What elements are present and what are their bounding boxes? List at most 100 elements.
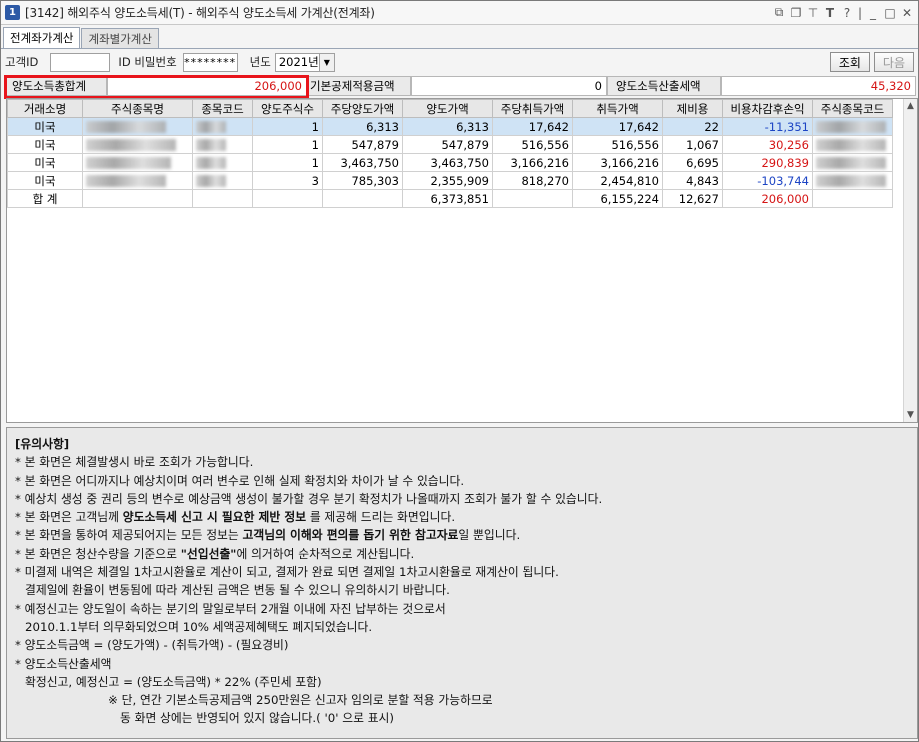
col-pnl[interactable]: 비용차감후손익 <box>722 99 813 118</box>
year-value: 2021년 <box>278 55 319 69</box>
chevron-down-icon[interactable]: ▼ <box>904 408 917 422</box>
query-button[interactable]: 조회 <box>829 52 870 72</box>
cell-unit-sell: 3,463,750 <box>322 153 403 172</box>
chevron-up-icon[interactable]: ▲ <box>904 99 917 113</box>
col-fee[interactable]: 제비용 <box>662 99 723 118</box>
cell-unit-sell: 6,313 <box>322 117 403 136</box>
col-unit-sell[interactable]: 주당양도가액 <box>322 99 403 118</box>
cell-fee: 22 <box>662 117 723 136</box>
col-qty[interactable]: 양도주식수 <box>252 99 323 118</box>
basic-deduction-label: 기본공제적용금액 <box>307 76 411 96</box>
table-row[interactable]: 미국 1 3,463,750 3,463,750 3,166,216 3,166… <box>7 153 893 172</box>
cell-stock-name-redacted <box>82 135 193 154</box>
total-label: 합 계 <box>7 189 83 208</box>
table-row[interactable]: 미국 1 547,879 547,879 516,556 516,556 1,0… <box>7 135 893 154</box>
col-buy[interactable]: 취득가액 <box>572 99 663 118</box>
notice-text: 를 제공해 드리는 화면입니다. <box>306 510 456 525</box>
cell-sell: 3,463,750 <box>402 153 493 172</box>
year-select[interactable]: 2021년 ▼ <box>274 52 335 72</box>
total-pnl: 206,000 <box>722 189 813 208</box>
cell-unit-buy: 818,270 <box>492 171 573 190</box>
gain-table-body: 거래소명 주식종목명 종목코드 양도주식수 주당양도가액 양도가액 주당취득가액… <box>7 99 893 208</box>
window-title: [3142] 해외주식 양도소득세(T) - 해외주식 양도소득세 가계산(전계… <box>25 6 375 20</box>
link-icon[interactable]: ⧉ <box>772 5 786 20</box>
cell-market: 미국 <box>7 117 83 136</box>
cell-market: 미국 <box>7 153 83 172</box>
notice-line: * 본 화면은 체결발생시 바로 조회가 가능합니다. <box>15 455 254 470</box>
vertical-scrollbar[interactable]: ▲ ▼ <box>903 99 917 422</box>
cell-qty: 1 <box>252 135 323 154</box>
basic-deduction-value: 0 <box>411 76 607 96</box>
tax-value: 45,320 <box>721 76 916 96</box>
tab-bar: 전계좌가계산 계좌별가계산 <box>1 27 918 49</box>
id-password-label: ID 비밀번호 <box>118 55 177 69</box>
cell-pnl: 290,839 <box>722 153 813 172</box>
notice-text: * 본 화면은 청산수량을 기준으로 <box>15 546 181 561</box>
window: 1 [3142] 해외주식 양도소득세(T) - 해외주식 양도소득세 가계산(… <box>0 0 919 742</box>
minimize-icon[interactable]: _ <box>866 6 880 20</box>
pin-icon[interactable]: ⊤ <box>806 6 820 20</box>
table-header-row: 거래소명 주식종목명 종목코드 양도주식수 주당양도가액 양도가액 주당취득가액… <box>7 99 893 118</box>
cell-unit-sell: 785,303 <box>322 171 403 190</box>
cell-stock-code-redacted <box>812 153 893 172</box>
total-gain-value: 206,000 <box>107 76 307 96</box>
col-code[interactable]: 종목코드 <box>192 99 253 118</box>
cell-market: 미국 <box>7 135 83 154</box>
cell-sell: 2,355,909 <box>402 171 493 190</box>
cell-code-redacted <box>192 135 253 154</box>
tab-all-accounts[interactable]: 전계좌가계산 <box>3 27 81 48</box>
col-stock-code[interactable]: 주식종목코드 <box>812 99 893 118</box>
cell-pnl: -103,744 <box>722 171 813 190</box>
total-row: 합 계 6,373,851 6,155,224 12,627 206,000 <box>7 189 893 208</box>
cell-fee: 1,067 <box>662 135 723 154</box>
cell-buy: 17,642 <box>572 117 663 136</box>
col-market[interactable]: 거래소명 <box>7 99 83 118</box>
col-unit-buy[interactable]: 주당취득가액 <box>492 99 573 118</box>
notice-line: ※ 단, 연간 기본소득공제금액 250만원은 신고자 임의로 분할 적용 가능… <box>108 693 493 708</box>
table-row[interactable]: 미국 1 6,313 6,313 17,642 17,642 22 -11,35… <box>7 117 893 136</box>
notice-bold: "선입선출" <box>180 546 237 561</box>
notice-text: 에 의거하여 순차적으로 계산됩니다. <box>236 546 415 561</box>
notice-line: * 예정신고는 양도일이 속하는 분기의 말일로부터 2개월 이내에 자진 납부… <box>15 601 446 616</box>
id-password-input[interactable]: ******** <box>182 52 238 72</box>
title-bar: 1 [3142] 해외주식 양도소득세(T) - 해외주식 양도소득세 가계산(… <box>1 1 918 25</box>
col-stock-name[interactable]: 주식종목명 <box>82 99 193 118</box>
notice-panel: [유의사항] * 본 화면은 체결발생시 바로 조회가 가능합니다. * 본 화… <box>6 427 918 739</box>
cell-unit-sell: 547,879 <box>322 135 403 154</box>
notice-line: * 본 화면은 어디까지나 예상치이며 여러 변수로 인해 실제 확정치와 차이… <box>15 473 465 488</box>
table-row[interactable]: 미국 3 785,303 2,355,909 818,270 2,454,810… <box>7 171 893 190</box>
cell-sell: 547,879 <box>402 135 493 154</box>
next-button[interactable]: 다음 <box>873 52 914 72</box>
notice-text: * 본 화면을 통하여 제공되어지는 모든 정보는 <box>15 528 243 543</box>
cell-sell: 6,313 <box>402 117 493 136</box>
cell-code-redacted <box>192 117 253 136</box>
copy-icon[interactable]: ❐ <box>789 6 803 20</box>
cell-stock-name-redacted <box>82 171 193 190</box>
notice-text: 일 뿐입니다. <box>458 528 521 543</box>
window-number-icon: 1 <box>5 5 20 20</box>
empty-cell <box>252 189 323 208</box>
cell-stock-code-redacted <box>812 135 893 154</box>
customer-id-input[interactable] <box>50 52 111 72</box>
chevron-down-icon[interactable]: ▼ <box>318 53 334 71</box>
cell-code-redacted <box>192 171 253 190</box>
cell-market: 미국 <box>7 171 83 190</box>
notice-line: 2010.1.1부터 의무화되었으며 10% 세액공제혜택도 폐지되었습니다. <box>25 619 373 634</box>
empty-cell <box>492 189 573 208</box>
total-gain-label: 양도소득총합계 <box>5 76 107 96</box>
title-toolbar: ⧉ ❐ ⊤ T ? | _ □ ✕ <box>772 5 914 20</box>
help-icon[interactable]: ? <box>840 6 854 20</box>
notice-line: * 미결제 내역은 체결일 1차고시환율로 계산이 되고, 결제가 완료 되면 … <box>15 565 559 580</box>
maximize-icon[interactable]: □ <box>883 6 897 20</box>
summary-bar: 양도소득총합계 206,000 기본공제적용금액 0 양도소득산출세액 45,3… <box>5 76 916 96</box>
notice-line: * 본 화면을 통하여 제공되어지는 모든 정보는 고객님의 이해와 편의를 돕… <box>15 526 909 544</box>
notice-line: * 본 화면은 고객님께 양도소득세 신고 시 필요한 제반 정보 를 제공해 … <box>15 508 909 526</box>
col-sell[interactable]: 양도가액 <box>402 99 493 118</box>
cell-buy: 3,166,216 <box>572 153 663 172</box>
tab-per-account[interactable]: 계좌별가계산 <box>81 28 159 48</box>
year-label: 년도 <box>249 55 271 69</box>
close-icon[interactable]: ✕ <box>900 6 914 20</box>
text-icon[interactable]: T <box>823 6 837 20</box>
cell-code-redacted <box>192 153 253 172</box>
cell-pnl: -11,351 <box>722 117 813 136</box>
